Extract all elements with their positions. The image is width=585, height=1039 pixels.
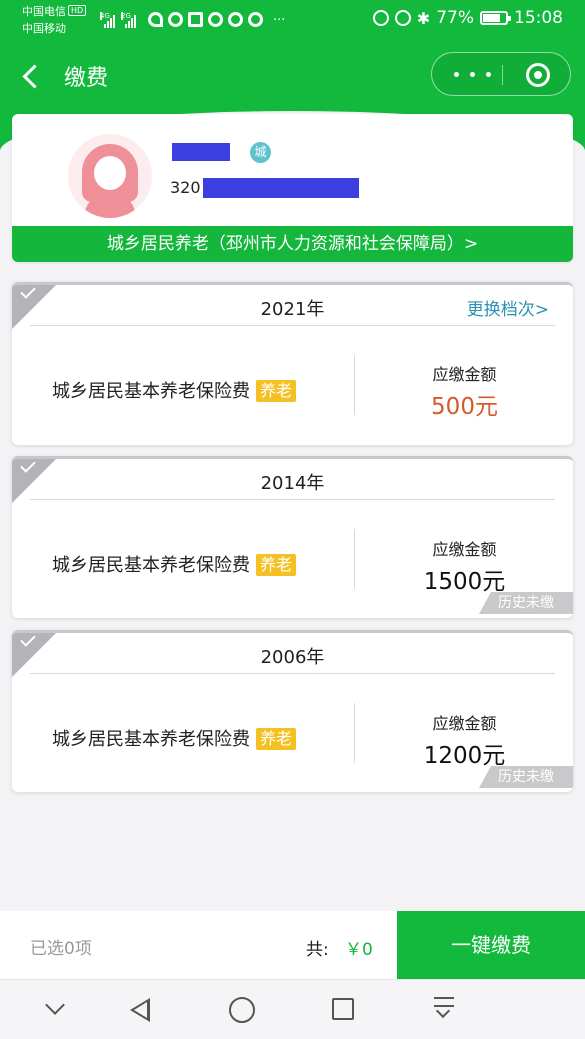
signal-2-icon: 2G — [121, 12, 136, 28]
back-nav-icon[interactable] — [124, 994, 156, 1026]
total-label: 共: — [306, 940, 329, 960]
more-menu-button[interactable] — [450, 53, 498, 95]
battery-icon — [480, 11, 511, 25]
vertical-divider — [354, 529, 355, 589]
due-amount-label: 应缴金额 — [432, 540, 497, 559]
due-amount-label: 应缴金额 — [432, 365, 497, 384]
divider — [30, 673, 555, 674]
total-amount: ￥0 — [345, 940, 373, 960]
app-notification-icon — [248, 11, 263, 27]
payment-card-2021[interactable]: 2021年 更换档次> 城乡居民基本养老保险费 养老 应缴金额 500元 — [12, 282, 573, 445]
miniapp-capsule — [431, 52, 571, 96]
payment-year: 2006年 — [260, 647, 325, 668]
pay-all-button[interactable]: 一键缴费 — [397, 911, 585, 979]
hide-nav-icon[interactable] — [40, 994, 72, 1026]
name-redacted — [172, 143, 230, 161]
history-unpaid-badge: 历史未缴 — [479, 766, 573, 788]
id-number-prefix: 320 — [170, 178, 201, 197]
alarm-icon — [394, 10, 411, 26]
due-amount: 1500元 — [423, 569, 506, 595]
system-nav-bar — [0, 979, 585, 1039]
hourglass-icon — [188, 11, 203, 27]
divider — [30, 325, 555, 326]
back-button[interactable] — [18, 58, 50, 94]
vertical-divider — [354, 355, 355, 415]
payment-year: 2014年 — [260, 473, 325, 494]
signal-2-tag: 2G — [121, 12, 131, 20]
payment-item-label: 城乡居民基本养老保险费 养老 — [52, 725, 297, 751]
id-number-redacted — [203, 178, 359, 198]
history-unpaid-badge: 历史未缴 — [479, 592, 573, 614]
recent-apps-icon[interactable] — [328, 994, 360, 1026]
city-badge: 城 — [250, 142, 271, 163]
pension-tag: 养老 — [256, 728, 297, 750]
carrier-info: 中国电信 HD 中国移动 — [22, 3, 87, 37]
due-amount: 1200元 — [423, 743, 506, 769]
avatar — [68, 134, 152, 218]
status-bar: 中国电信 HD 中国移动 4G 2G ··· ✱ 77% 15:08 — [0, 0, 585, 40]
payment-card-2014[interactable]: 2014年 城乡居民基本养老保险费 养老 应缴金额 1500元 历史未缴 — [12, 456, 573, 618]
divider — [30, 499, 555, 500]
signal-group: 4G 2G ··· — [100, 10, 285, 28]
carrier-2: 中国移动 — [22, 22, 66, 35]
payment-item-label: 城乡居民基本养老保险费 养老 — [52, 377, 297, 403]
notification-shade-icon[interactable] — [430, 994, 462, 1026]
home-nav-icon[interactable] — [226, 994, 258, 1026]
vertical-divider — [354, 703, 355, 763]
close-miniapp-button[interactable] — [526, 63, 550, 87]
signal-1-icon: 4G — [100, 12, 115, 28]
due-amount: 500元 — [431, 394, 498, 420]
item-name: 城乡居民基本养老保险费 — [52, 729, 250, 750]
wifi-icon — [148, 11, 163, 27]
nav-bar: 缴费 — [0, 48, 585, 104]
change-level-link[interactable]: 更换档次> — [467, 295, 549, 320]
app-notification-icon — [208, 11, 223, 27]
payment-card-2006[interactable]: 2006年 城乡居民基本养老保险费 养老 应缴金额 1200元 历史未缴 — [12, 630, 573, 792]
due-amount-label: 应缴金额 — [432, 714, 497, 733]
clock: 15:08 — [514, 8, 563, 28]
signal-1-tag: 4G — [100, 12, 110, 20]
page-title: 缴费 — [64, 66, 109, 91]
item-name: 城乡居民基本养老保险费 — [52, 381, 250, 402]
more-notifications: ··· — [273, 13, 286, 28]
app-notification-icon — [168, 11, 183, 27]
payment-item-label: 城乡居民基本养老保险费 养老 — [52, 551, 297, 577]
bluetooth-icon: ✱ — [416, 8, 431, 28]
hd-badge: HD — [68, 5, 87, 16]
carrier-1: 中国电信 — [22, 5, 66, 18]
insurance-organization-link[interactable]: 城乡居民养老（邳州市人力资源和社会保障局）> — [12, 226, 573, 262]
battery-percent: 77% — [436, 8, 474, 28]
pension-tag: 养老 — [256, 380, 297, 402]
capsule-divider — [502, 65, 503, 85]
profile-card: 城 320 城乡居民养老（邳州市人力资源和社会保障局）> — [12, 114, 573, 262]
pension-tag: 养老 — [256, 554, 297, 576]
item-name: 城乡居民基本养老保险费 — [52, 555, 250, 576]
selected-count: 已选0项 — [30, 939, 92, 959]
app-notification-icon — [228, 11, 243, 27]
notification-icons — [148, 10, 263, 28]
status-right: ✱ 77% 15:08 — [372, 8, 563, 28]
checkout-bar: 已选0项 共: ￥0 一键缴费 — [0, 911, 585, 979]
eye-icon — [372, 10, 389, 26]
